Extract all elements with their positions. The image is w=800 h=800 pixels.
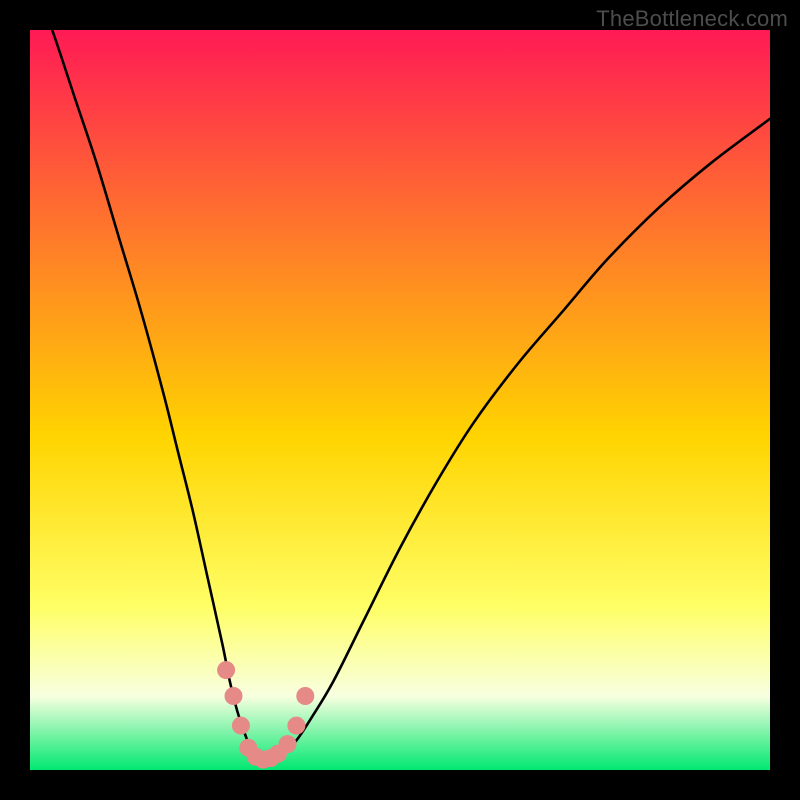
chart-svg	[30, 30, 770, 770]
indicator-dot	[296, 687, 314, 705]
gradient-background	[30, 30, 770, 770]
plot-area	[30, 30, 770, 770]
watermark-text: TheBottleneck.com	[596, 6, 788, 32]
indicator-dot	[217, 661, 235, 679]
indicator-dot	[232, 717, 250, 735]
indicator-dot	[287, 717, 305, 735]
indicator-dot	[279, 735, 297, 753]
chart-frame: TheBottleneck.com	[0, 0, 800, 800]
indicator-dot	[225, 687, 243, 705]
